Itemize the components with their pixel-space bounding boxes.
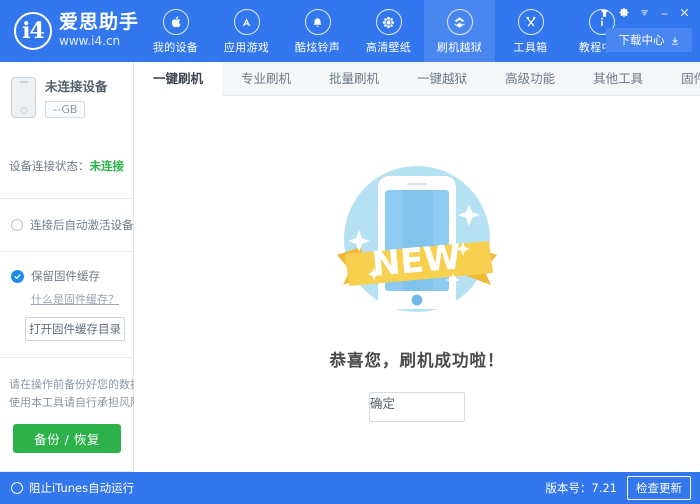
title-bar: i4 爱思助手 www.i4.cn 我的设备 [0, 0, 700, 62]
nav-item-wallpapers[interactable]: 高清壁纸 [353, 0, 424, 62]
tab-other-tools[interactable]: 其他工具 [574, 62, 662, 96]
cache-help-link[interactable]: 什么是固件缓存？ [31, 291, 124, 307]
nav-item-toolbox[interactable]: 工具箱 [495, 0, 566, 62]
success-message: 恭喜您，刷机成功啦！ [330, 347, 505, 371]
menu-icon[interactable] [636, 5, 653, 20]
body-container: 未连接设备 --GB 设备连接状态：未连接 连接后自动激活设备 [0, 62, 700, 472]
backup-note-line2: 使用本工具请自行承担风险 [9, 394, 124, 412]
brand-text-group: 爱思助手 www.i4.cn [59, 13, 139, 50]
sidebar: 未连接设备 --GB 设备连接状态：未连接 连接后自动激活设备 [0, 62, 134, 472]
tab-one-key-flash[interactable]: 一键刷机 [134, 62, 222, 96]
brand-url: www.i4.cn [59, 34, 139, 50]
device-summary[interactable]: 未连接设备 --GB [0, 62, 133, 134]
minimize-icon[interactable] [656, 5, 673, 20]
window-controls [596, 5, 693, 20]
illustration-badge-text: NEW [370, 237, 462, 285]
auto-activate-option[interactable]: 连接后自动激活设备 [0, 199, 133, 252]
main-panel: 一键刷机 专业刷机 批量刷机 一键越狱 高级功能 其他工具 固件下载 [134, 62, 700, 472]
download-center-button[interactable]: 下载中心 [606, 28, 692, 52]
bell-icon [305, 9, 331, 35]
auto-activate-checkbox[interactable] [11, 219, 23, 231]
tab-one-key-jailbreak[interactable]: 一键越狱 [398, 62, 486, 96]
block-itunes-option[interactable]: 阻止iTunes自动运行 [0, 472, 134, 504]
apple-icon [163, 9, 189, 35]
nav-item-my-device[interactable]: 我的设备 [140, 0, 211, 62]
open-cache-dir-button[interactable]: 打开固件缓存目录 [25, 317, 125, 341]
nav-label: 工具箱 [514, 39, 548, 55]
block-itunes-label: 阻止iTunes自动运行 [29, 480, 134, 496]
backup-section: 请在操作前备份好您的数据 使用本工具请自行承担风险 备份 / 恢复 [0, 358, 133, 472]
tab-bar: 一键刷机 专业刷机 批量刷机 一键越狱 高级功能 其他工具 固件下载 [134, 62, 700, 96]
connection-status-row: 设备连接状态：未连接 [0, 134, 133, 199]
tab-advanced[interactable]: 高级功能 [486, 62, 574, 96]
download-center-label: 下载中心 [619, 32, 665, 48]
keep-cache-option[interactable]: 保留固件缓存 [11, 268, 124, 284]
gear-icon[interactable] [616, 5, 633, 20]
auto-activate-label: 连接后自动激活设备 [30, 217, 134, 233]
main-nav: 我的设备 应用游戏 酷炫铃声 [140, 0, 637, 62]
device-text-group: 未连接设备 --GB [45, 76, 108, 118]
backup-note-line1: 请在操作前备份好您的数据 [9, 376, 124, 394]
nav-label: 高清壁纸 [366, 39, 411, 55]
tab-batch-flash[interactable]: 批量刷机 [310, 62, 398, 96]
nav-label: 酷炫铃声 [295, 39, 340, 55]
content-area: NEW 恭喜您，刷机成功啦！ 确定 [134, 96, 700, 472]
nav-label: 应用游戏 [224, 39, 269, 55]
nav-item-flash-jailbreak[interactable]: 刷机越狱 [424, 0, 495, 62]
brand-logo: i4 爱思助手 www.i4.cn [0, 0, 140, 50]
flash-icon [447, 9, 473, 35]
appstore-icon [234, 9, 260, 35]
tab-firmware-download[interactable]: 固件下载 [662, 62, 700, 96]
nav-label: 我的设备 [153, 39, 198, 55]
block-itunes-checkbox[interactable] [11, 482, 23, 494]
nav-item-ringtones[interactable]: 酷炫铃声 [282, 0, 353, 62]
success-illustration: NEW [317, 142, 517, 337]
phone-icon [11, 77, 36, 118]
tools-icon [518, 9, 544, 35]
backup-restore-button[interactable]: 备份 / 恢复 [13, 424, 121, 453]
device-name: 未连接设备 [45, 76, 108, 95]
app-window: i4 爱思助手 www.i4.cn 我的设备 [0, 0, 700, 504]
status-bar: 阻止iTunes自动运行 版本号：7.21 检查更新 [0, 472, 700, 504]
download-arrow-icon [670, 31, 680, 50]
device-capacity-badge: --GB [45, 101, 85, 118]
close-icon[interactable] [676, 5, 693, 20]
brand-name: 爱思助手 [59, 13, 139, 33]
firmware-cache-section: 保留固件缓存 什么是固件缓存？ 打开固件缓存目录 [0, 252, 133, 358]
nav-item-apps-games[interactable]: 应用游戏 [211, 0, 282, 62]
keep-cache-label: 保留固件缓存 [31, 268, 100, 284]
version-label: 版本号：7.21 [545, 480, 617, 496]
connection-status-label: 设备连接状态： [9, 159, 90, 173]
skin-icon[interactable] [596, 5, 613, 20]
tab-pro-flash[interactable]: 专业刷机 [222, 62, 310, 96]
logo-icon: i4 [14, 12, 52, 50]
nav-label: 刷机越狱 [437, 39, 482, 55]
confirm-button[interactable]: 确定 [369, 392, 465, 422]
footer-right-group: 版本号：7.21 检查更新 [134, 472, 700, 504]
flower-icon [376, 9, 402, 35]
connection-status-value: 未连接 [90, 159, 125, 173]
check-update-button[interactable]: 检查更新 [627, 476, 691, 500]
keep-cache-checkbox[interactable] [11, 270, 24, 283]
